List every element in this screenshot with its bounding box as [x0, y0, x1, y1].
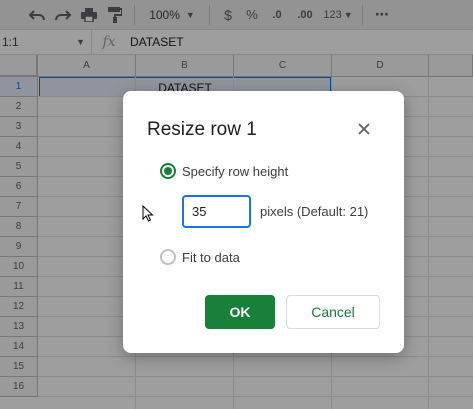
pixels-hint: pixels (Default: 21) [260, 204, 369, 219]
row-height-input[interactable] [182, 195, 251, 228]
cancel-button[interactable]: Cancel [286, 295, 380, 329]
dialog-title: Resize row 1 [147, 119, 257, 140]
ok-button[interactable]: OK [205, 295, 275, 329]
specify-height-radio[interactable] [160, 163, 176, 179]
resize-row-dialog: Resize row 1 Specify row height pixels (… [123, 91, 404, 353]
specify-height-label[interactable]: Specify row height [182, 164, 288, 179]
close-icon [358, 123, 370, 135]
close-button[interactable] [354, 119, 374, 139]
fit-to-data-label[interactable]: Fit to data [182, 250, 240, 265]
fit-to-data-radio[interactable] [160, 249, 176, 265]
mouse-cursor-icon [142, 205, 154, 222]
